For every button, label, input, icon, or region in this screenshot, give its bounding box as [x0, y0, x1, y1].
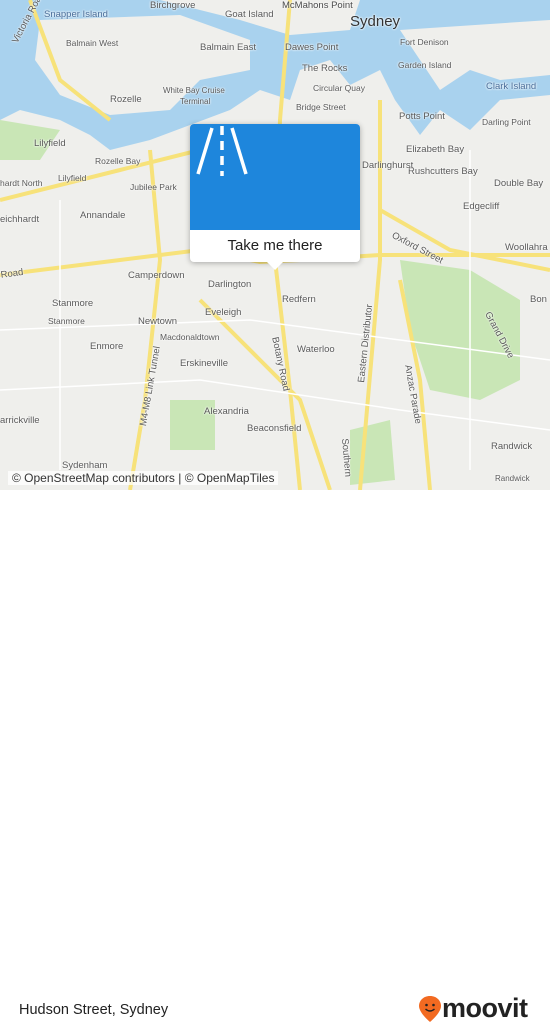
map-label: Bridge Street	[296, 102, 346, 112]
moovit-wordmark: moovit	[442, 993, 528, 1023]
map-label: Jubilee Park	[130, 182, 177, 192]
map-label: Randwick	[495, 474, 530, 483]
map-label: Waterloo	[297, 344, 335, 355]
map-label: Woollahra	[505, 242, 548, 253]
map-label: Darlington	[208, 279, 252, 290]
map-label: Goat Island	[225, 9, 274, 20]
map-label: Sydney	[350, 13, 401, 30]
map-label: Rozelle	[110, 94, 142, 105]
map-label: Camperdown	[128, 270, 185, 281]
map[interactable]: Victoria Road Snapper Island Birchgrove …	[0, 0, 550, 490]
map-label: Fort Denison	[400, 37, 449, 47]
map-label: Birchgrove	[150, 0, 196, 11]
map-label: Erskineville	[180, 358, 229, 369]
map-label: Dawes Point	[285, 42, 339, 53]
map-label: Newtown	[138, 316, 178, 327]
map-label: hardt North	[0, 178, 43, 188]
map-attribution[interactable]: © OpenStreetMap contributors | © OpenMap…	[8, 471, 279, 485]
map-label: Elizabeth Bay	[406, 144, 465, 155]
map-label: Rushcutters Bay	[408, 166, 478, 177]
map-label: McMahons Point	[282, 0, 353, 11]
map-label: Darling Point	[482, 117, 531, 127]
map-label: Edgecliff	[463, 201, 500, 212]
map-label: Annandale	[80, 210, 126, 221]
map-label: Sydenham	[62, 460, 108, 471]
map-label: Balmain West	[66, 38, 119, 48]
map-label: Darlinghurst	[362, 160, 414, 171]
map-label: Beaconsfield	[247, 423, 302, 434]
map-label: Bon	[530, 294, 547, 305]
footer: Hudson Street, Sydney moovit	[0, 490, 550, 1023]
map-label: Clark Island	[486, 81, 537, 92]
location-popup: Take me there	[190, 124, 360, 270]
map-label: The Rocks	[302, 63, 348, 74]
moovit-pin-icon	[419, 995, 441, 1022]
park-3	[350, 420, 395, 485]
take-me-there-button[interactable]: Take me there	[190, 237, 360, 254]
place-name: Hudson Street, Sydney	[19, 1002, 169, 1018]
map-label: Circular Quay	[313, 83, 365, 93]
popup-pointer	[267, 262, 283, 270]
map-label: Potts Point	[399, 111, 445, 122]
map-label: Alexandria	[204, 406, 249, 417]
map-label: Balmain East	[200, 42, 256, 53]
map-label: Lilyfield	[58, 173, 87, 183]
popup-header	[190, 124, 360, 230]
map-label: Double Bay	[494, 178, 544, 189]
road-icon	[196, 126, 248, 176]
map-label: Randwick	[491, 441, 533, 452]
map-label: Lilyfield	[34, 138, 66, 149]
map-label: Macdonaldtown	[160, 332, 220, 342]
map-label: Terminal	[180, 97, 211, 106]
map-label: Stanmore	[48, 316, 85, 326]
map-label: Eveleigh	[205, 307, 242, 318]
map-label: Redfern	[282, 294, 316, 305]
map-label: Rozelle Bay	[95, 156, 141, 166]
map-label: Snapper Island	[44, 9, 108, 20]
map-label: Stanmore	[52, 298, 94, 309]
map-label: Enmore	[90, 341, 124, 352]
map-label: White Bay Cruise	[163, 86, 225, 95]
map-label: eichhardt	[0, 214, 40, 225]
map-label: arrickville	[0, 415, 40, 426]
map-label: Garden Island	[398, 60, 452, 70]
moovit-logo: moovit	[418, 993, 528, 1024]
